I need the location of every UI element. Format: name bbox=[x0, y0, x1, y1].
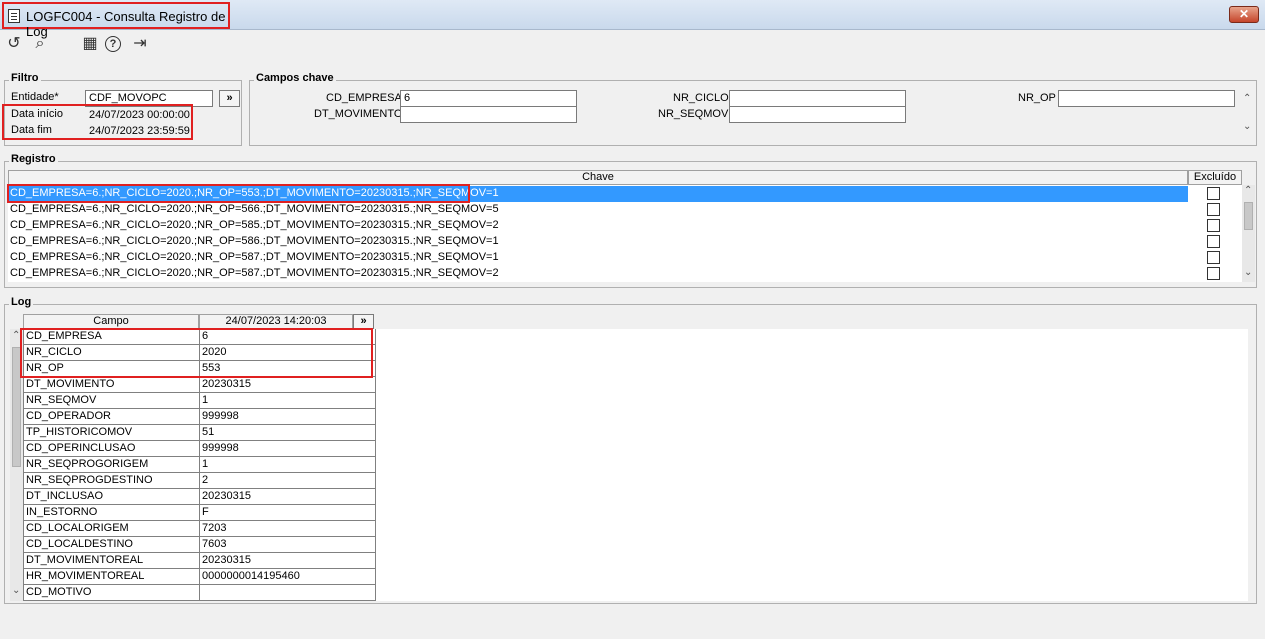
log-field-name[interactable]: DT_MOVIMENTOREAL bbox=[24, 553, 200, 569]
filtro-title: Filtro bbox=[9, 72, 41, 84]
calendar-icon[interactable]: ▦ bbox=[80, 34, 100, 54]
dt-movimento-input[interactable] bbox=[400, 106, 577, 123]
close-button[interactable]: ✕ bbox=[1229, 6, 1259, 23]
log-field-value[interactable]: 51 bbox=[200, 425, 376, 441]
nr-ciclo-input[interactable] bbox=[729, 90, 906, 107]
window-title-highlight: LOGFC004 - Consulta Registro de Log bbox=[2, 2, 230, 39]
log-title: Log bbox=[9, 296, 34, 308]
row-chave: CD_EMPRESA=6.;NR_CICLO=2020.;NR_OP=587.;… bbox=[10, 251, 499, 263]
scrollbar-thumb[interactable] bbox=[1244, 202, 1253, 230]
search-icon[interactable]: ⌕ bbox=[30, 34, 50, 54]
selected-row-highlight bbox=[7, 184, 470, 203]
registro-title: Registro bbox=[9, 153, 58, 165]
column-header-excluido[interactable]: Excluído bbox=[1188, 170, 1242, 185]
document-icon bbox=[8, 9, 20, 23]
entidade-lookup-button[interactable]: » bbox=[219, 90, 240, 107]
scroll-up-icon[interactable]: ⌃ bbox=[1244, 185, 1252, 196]
excluido-checkbox[interactable] bbox=[1207, 203, 1220, 216]
nr-op-input[interactable] bbox=[1058, 90, 1235, 107]
dates-highlight bbox=[2, 104, 193, 140]
table-row[interactable]: CD_EMPRESA=6.;NR_CICLO=2020.;NR_OP=587.;… bbox=[8, 266, 1188, 282]
log-field-name[interactable]: CD_LOCALDESTINO bbox=[24, 537, 200, 553]
excluido-checkbox[interactable] bbox=[1207, 187, 1220, 200]
table-row[interactable]: CD_EMPRESA=6.;NR_CICLO=2020.;NR_OP=585.;… bbox=[8, 218, 1188, 234]
log-field-value[interactable]: 2 bbox=[200, 473, 376, 489]
excluido-checkbox[interactable] bbox=[1207, 235, 1220, 248]
log-field-value[interactable]: 20230315 bbox=[200, 489, 376, 505]
help-icon[interactable]: ? bbox=[105, 36, 121, 52]
log-field-value[interactable]: 20230315 bbox=[200, 377, 376, 393]
row-chave: CD_EMPRESA=6.;NR_CICLO=2020.;NR_OP=587.;… bbox=[10, 267, 499, 279]
row-chave: CD_EMPRESA=6.;NR_CICLO=2020.;NR_OP=585.;… bbox=[10, 219, 499, 231]
undo-icon[interactable]: ↺ bbox=[4, 34, 24, 54]
registro-group: Registro Chave Excluído CD_EMPRESA=6.;NR… bbox=[4, 153, 1257, 288]
log-field-value[interactable]: 1 bbox=[200, 393, 376, 409]
exit-icon[interactable]: ⇥ bbox=[130, 34, 150, 54]
excluido-checkbox[interactable] bbox=[1207, 267, 1220, 280]
column-header-timestamp[interactable]: 24/07/2023 14:20:03 bbox=[199, 314, 353, 329]
scroll-down-icon[interactable]: ⌄ bbox=[1244, 267, 1252, 278]
log-field-name[interactable]: NR_SEQMOV bbox=[24, 393, 200, 409]
log-field-name[interactable]: CD_MOTIVO bbox=[24, 585, 200, 601]
scroll-up-icon[interactable]: ⌃ bbox=[1243, 93, 1251, 104]
entidade-label: Entidade* bbox=[11, 91, 59, 103]
dt-movimento-label: DT_MOVIMENTO bbox=[314, 108, 403, 120]
nr-ciclo-label: NR_CICLO bbox=[673, 92, 729, 104]
cd-empresa-input[interactable]: 6 bbox=[400, 90, 577, 107]
row-chave: CD_EMPRESA=6.;NR_CICLO=2020.;NR_OP=566.;… bbox=[10, 203, 499, 215]
log-field-name[interactable]: CD_OPERINCLUSAO bbox=[24, 441, 200, 457]
column-header-campo[interactable]: Campo bbox=[23, 314, 199, 329]
log-field-name[interactable]: TP_HISTORICOMOV bbox=[24, 425, 200, 441]
log-rows-highlight bbox=[20, 328, 373, 378]
table-row[interactable]: CD_EMPRESA=6.;NR_CICLO=2020.;NR_OP=587.;… bbox=[8, 250, 1188, 266]
registro-scrollbar[interactable]: ⌃ ⌄ bbox=[1242, 185, 1255, 282]
log-field-value[interactable]: 20230315 bbox=[200, 553, 376, 569]
log-field-name[interactable]: NR_SEQPROGDESTINO bbox=[24, 473, 200, 489]
log-field-value[interactable]: 999998 bbox=[200, 441, 376, 457]
toolbar: ↺ ⌕ ▦ ? ⇥ bbox=[0, 31, 1265, 61]
campos-chave-title: Campos chave bbox=[254, 72, 336, 84]
nr-op-label: NR_OP bbox=[1018, 92, 1056, 104]
log-field-name[interactable]: DT_INCLUSAO bbox=[24, 489, 200, 505]
log-field-name[interactable]: CD_LOCALORIGEM bbox=[24, 521, 200, 537]
column-header-chave[interactable]: Chave bbox=[8, 170, 1188, 185]
campos-chave-group: Campos chave CD_EMPRESA 6 DT_MOVIMENTO N… bbox=[249, 72, 1257, 146]
log-field-value[interactable]: 1 bbox=[200, 457, 376, 473]
scroll-down-icon[interactable]: ⌄ bbox=[1243, 121, 1251, 132]
excluido-checkbox[interactable] bbox=[1207, 251, 1220, 264]
log-field-value[interactable] bbox=[200, 585, 376, 601]
log-field-value[interactable]: 7203 bbox=[200, 521, 376, 537]
nr-seqmov-label: NR_SEQMOV bbox=[658, 108, 729, 120]
log-field-name[interactable]: DT_MOVIMENTO bbox=[24, 377, 200, 393]
cd-empresa-label: CD_EMPRESA bbox=[326, 92, 402, 104]
log-field-value[interactable]: F bbox=[200, 505, 376, 521]
title-bar: LOGFC004 - Consulta Registro de Log ✕ bbox=[0, 0, 1265, 39]
log-field-value[interactable]: 0000000014195460 bbox=[200, 569, 376, 585]
log-field-name[interactable]: IN_ESTORNO bbox=[24, 505, 200, 521]
log-field-value[interactable]: 7603 bbox=[200, 537, 376, 553]
log-field-name[interactable]: HR_MOVIMENTOREAL bbox=[24, 569, 200, 585]
log-field-value[interactable]: 999998 bbox=[200, 409, 376, 425]
log-field-name[interactable]: NR_SEQPROGORIGEM bbox=[24, 457, 200, 473]
next-column-button[interactable]: » bbox=[353, 314, 374, 329]
table-row[interactable]: CD_EMPRESA=6.;NR_CICLO=2020.;NR_OP=566.;… bbox=[8, 202, 1188, 218]
row-chave: CD_EMPRESA=6.;NR_CICLO=2020.;NR_OP=586.;… bbox=[10, 235, 499, 247]
table-row[interactable]: CD_EMPRESA=6.;NR_CICLO=2020.;NR_OP=586.;… bbox=[8, 234, 1188, 250]
excluido-checkbox[interactable] bbox=[1207, 219, 1220, 232]
scroll-down-icon[interactable]: ⌄ bbox=[12, 585, 20, 596]
log-field-name[interactable]: CD_OPERADOR bbox=[24, 409, 200, 425]
nr-seqmov-input[interactable] bbox=[729, 106, 906, 123]
